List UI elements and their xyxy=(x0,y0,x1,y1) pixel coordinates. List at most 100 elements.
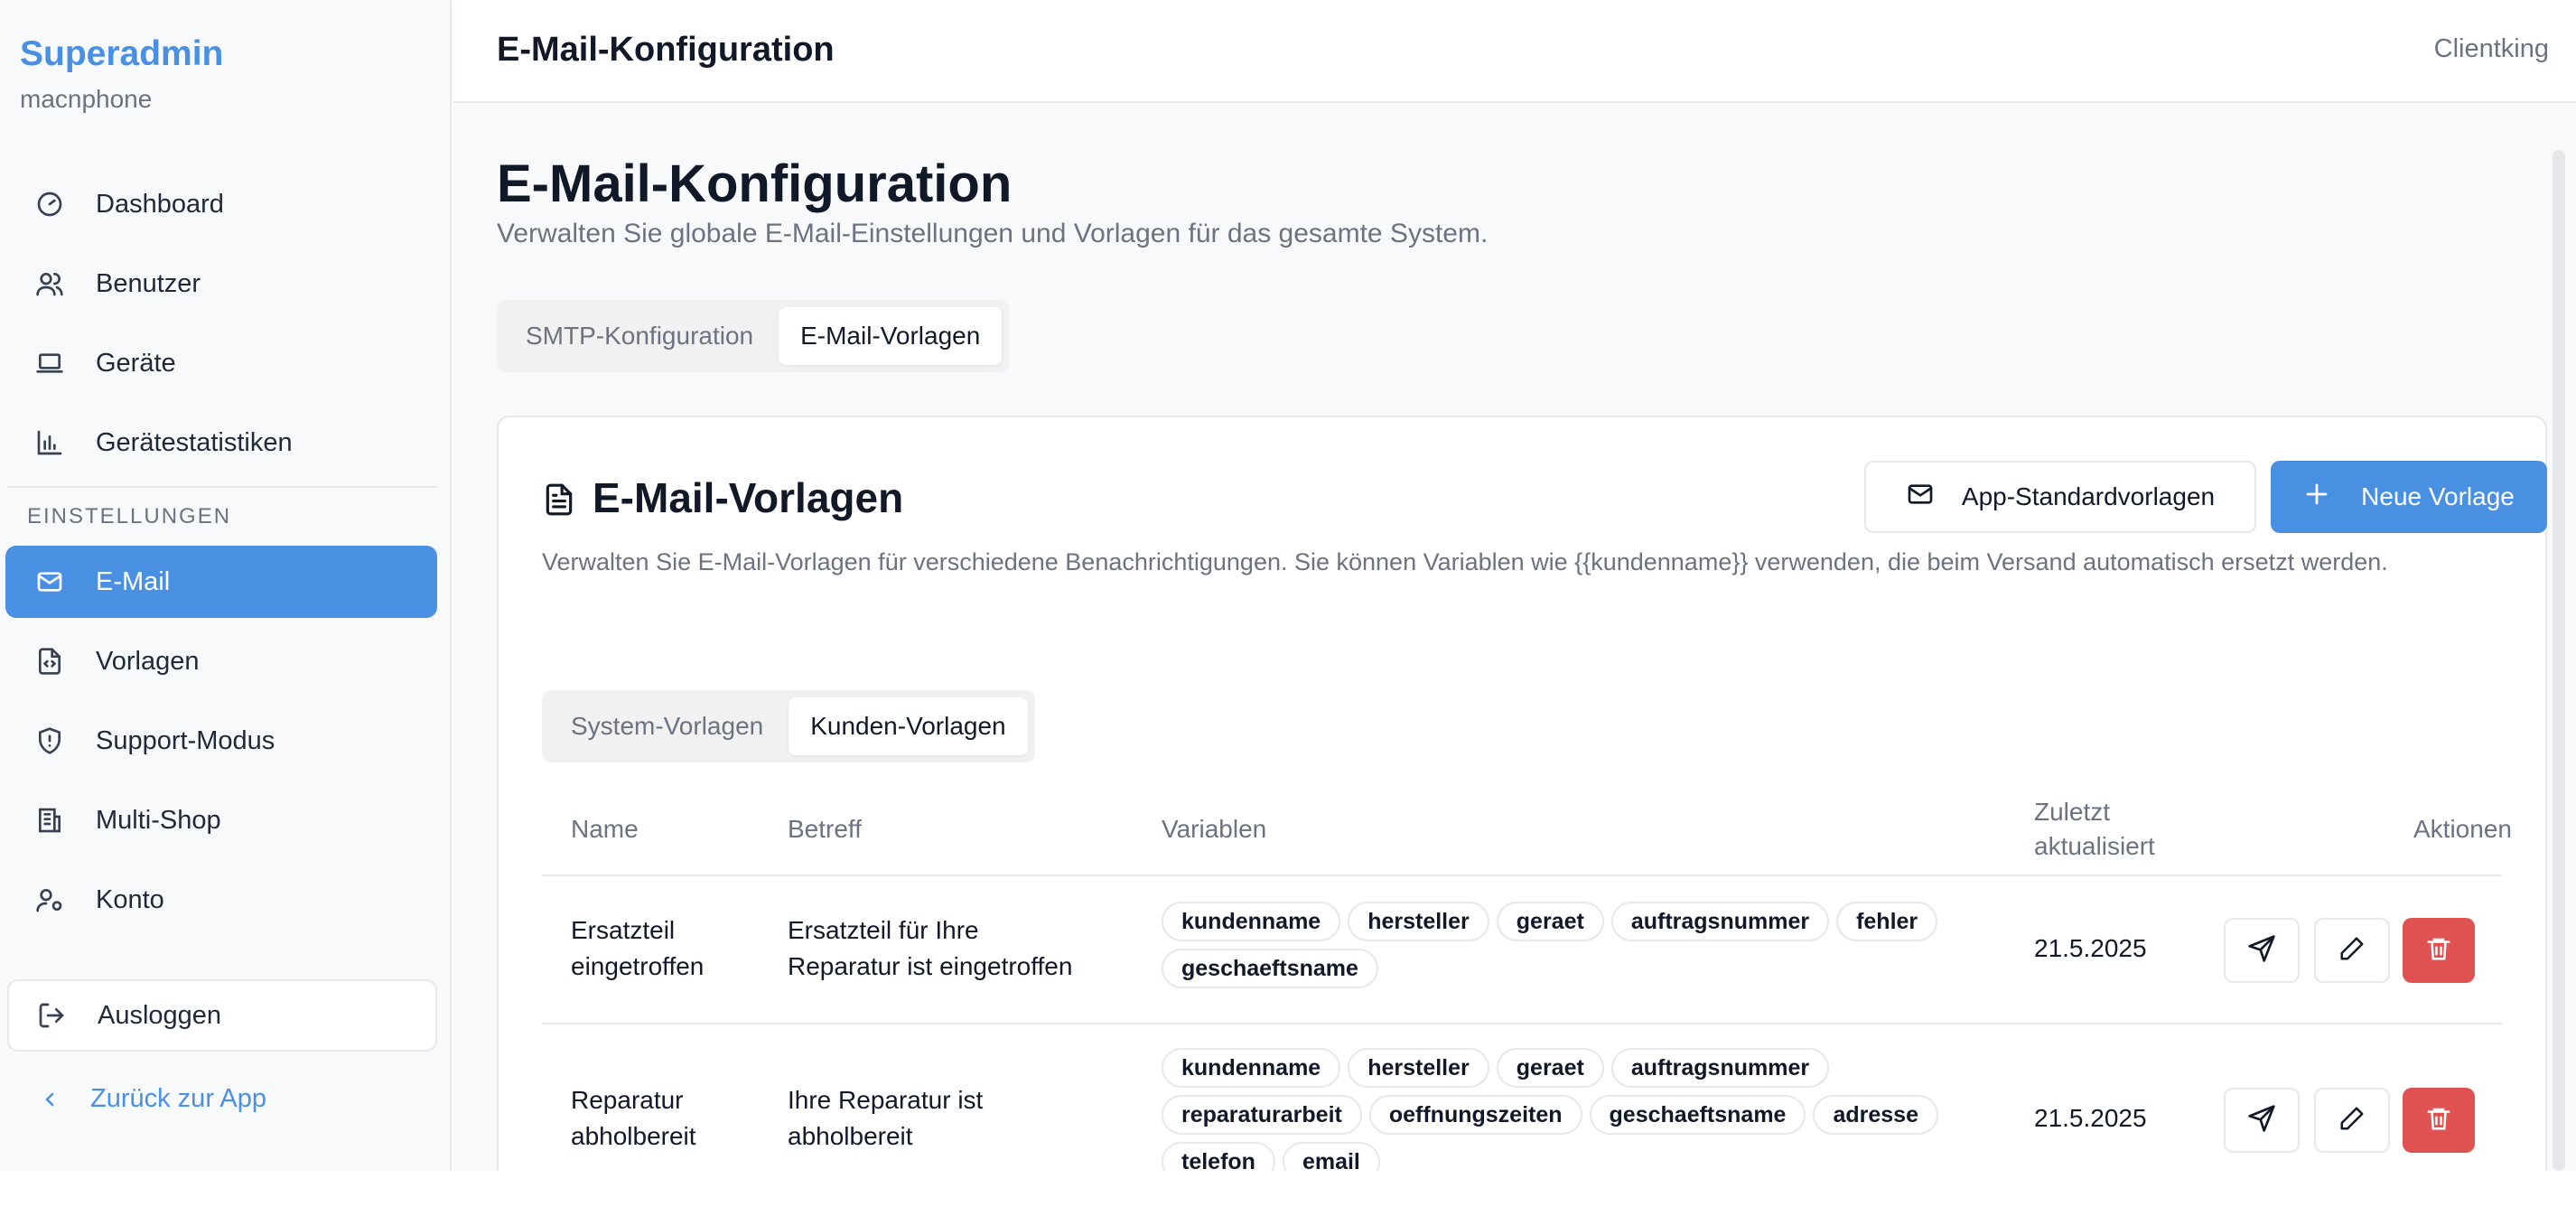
back-to-app-link[interactable]: Zurück zur App xyxy=(36,1084,266,1114)
sidebar-item-label: Vorlagen xyxy=(96,646,200,676)
sidebar-item-geraetestatistiken[interactable]: Gerätestatistiken xyxy=(5,407,437,479)
variable-chip: auftragsnummer xyxy=(1610,1048,1830,1088)
gauge-icon xyxy=(34,189,65,220)
back-to-app-label: Zurück zur App xyxy=(90,1084,267,1113)
page-title: E-Mail-Konfiguration xyxy=(497,154,1013,213)
config-tabs: SMTP-Konfiguration E-Mail-Vorlagen xyxy=(497,300,1010,372)
sidebar-section-label: EINSTELLUNGEN xyxy=(27,504,232,528)
variable-chip: hersteller xyxy=(1348,1048,1489,1088)
card-title: E-Mail-Vorlagen xyxy=(593,474,904,521)
sidebar-item-label: Konto xyxy=(96,884,164,914)
column-header-updated-line1: Zuletzt xyxy=(2034,798,2111,826)
variable-chip: geraet xyxy=(1496,902,1604,941)
table-row-variables: kundenname hersteller geraet auftragsnum… xyxy=(1162,902,1974,988)
new-template-label: Neue Vorlage xyxy=(2361,482,2515,510)
template-subject-line2: abholbereit xyxy=(788,1122,913,1150)
logout-icon xyxy=(36,1000,67,1031)
variable-chip: reparaturarbeit xyxy=(1162,1095,1362,1135)
trash-icon xyxy=(2425,1105,2452,1136)
template-name-line2: abholbereit xyxy=(571,1122,696,1150)
table-row-subject: Ersatzteil für Ihre Reparatur ist einget… xyxy=(788,912,1072,985)
delete-button[interactable] xyxy=(2403,918,2475,983)
laptop-icon xyxy=(34,348,65,379)
template-subject-line1: Ersatzteil für Ihre xyxy=(788,916,979,944)
mail-icon xyxy=(1906,480,1935,515)
delete-button[interactable] xyxy=(2403,1088,2475,1153)
brand-title: Superadmin xyxy=(20,34,224,73)
new-template-button[interactable]: Neue Vorlage xyxy=(2271,461,2547,533)
user-cog-icon xyxy=(34,884,65,915)
page-description: Verwalten Sie globale E-Mail-Einstellung… xyxy=(497,219,1489,248)
table-row-name: Reparatur abholbereit xyxy=(571,1082,696,1155)
sidebar-item-konto[interactable]: Konto xyxy=(5,864,437,936)
sidebar-item-label: Support-Modus xyxy=(96,725,275,755)
sidebar-item-vorlagen[interactable]: Vorlagen xyxy=(5,625,437,697)
templates-card: E-Mail-Vorlagen App-Standardvorlagen Neu… xyxy=(497,416,2547,1216)
variable-chip: geschaeftsname xyxy=(1589,1095,1806,1135)
sidebar-item-multi-shop[interactable]: Multi-Shop xyxy=(5,784,437,856)
sidebar-item-label: Geräte xyxy=(96,348,176,378)
template-name-line2: eingetroffen xyxy=(571,952,705,980)
edit-button[interactable] xyxy=(2314,1088,2390,1153)
send-icon xyxy=(2247,934,2276,968)
sidebar-item-support-modus[interactable]: Support-Modus xyxy=(5,705,437,777)
sidebar-divider xyxy=(7,486,437,488)
sidebar-item-dashboard[interactable]: Dashboard xyxy=(5,168,437,240)
table-header-divider xyxy=(542,875,2502,876)
send-icon xyxy=(2247,1104,2276,1137)
variable-chip: oeffnungszeiten xyxy=(1368,1095,1582,1135)
column-header-subject: Betreff xyxy=(788,815,862,843)
sidebar: Superadmin macnphone Dashboard Benutzer … xyxy=(0,0,452,1216)
sidebar-item-email[interactable]: E-Mail xyxy=(5,546,437,618)
sidebar-item-label: Benutzer xyxy=(96,268,201,298)
template-subject-line2: Reparatur ist eingetroffen xyxy=(788,952,1073,980)
plus-icon xyxy=(2303,481,2330,514)
sidebar-item-benutzer[interactable]: Benutzer xyxy=(5,248,437,320)
column-header-updated-line2: aktualisiert xyxy=(2034,832,2155,860)
column-header-actions: Aktionen xyxy=(2413,815,2512,843)
column-header-name: Name xyxy=(571,815,639,843)
logout-label: Ausloggen xyxy=(98,1000,222,1030)
app-default-templates-label: App-Standardvorlagen xyxy=(1961,482,2216,510)
top-bar: E-Mail-Konfiguration Clientking xyxy=(453,0,2576,103)
table-row-updated: 21.5.2025 xyxy=(2034,934,2147,962)
tab-kunden-vorlagen[interactable]: Kunden-Vorlagen xyxy=(789,697,1028,755)
table-row-subject: Ihre Reparatur ist abholbereit xyxy=(788,1082,983,1155)
trash-icon xyxy=(2425,935,2452,967)
scrollbar[interactable] xyxy=(2553,150,2565,1171)
sidebar-item-label: E-Mail xyxy=(96,566,171,596)
sidebar-item-label: Gerätestatistiken xyxy=(96,427,293,457)
tab-email-vorlagen[interactable]: E-Mail-Vorlagen xyxy=(779,307,1003,365)
mail-icon xyxy=(34,566,65,597)
chevron-left-icon xyxy=(36,1089,63,1110)
column-header-updated: Zuletzt aktualisiert xyxy=(2034,795,2155,864)
table-row-name: Ersatzteil eingetroffen xyxy=(571,912,704,985)
sidebar-item-label: Multi-Shop xyxy=(96,805,221,835)
app-default-templates-button[interactable]: App-Standardvorlagen xyxy=(1864,461,2256,533)
template-subtabs: System-Vorlagen Kunden-Vorlagen xyxy=(542,690,1035,762)
pencil-icon xyxy=(2338,935,2366,967)
tab-smtp-konfiguration[interactable]: SMTP-Konfiguration xyxy=(504,307,775,365)
logout-button[interactable]: Ausloggen xyxy=(7,979,437,1052)
users-icon xyxy=(34,268,65,299)
topbar-title: E-Mail-Konfiguration xyxy=(497,31,835,69)
table-row-variables: kundenname hersteller geraet auftragsnum… xyxy=(1162,1048,1974,1182)
file-code-icon xyxy=(34,646,65,677)
template-subject-line1: Ihre Reparatur ist xyxy=(788,1086,984,1114)
sidebar-item-label: Dashboard xyxy=(96,189,224,219)
variable-chip: auftragsnummer xyxy=(1610,902,1830,941)
variable-chip: kundenname xyxy=(1162,902,1341,941)
tab-system-vorlagen[interactable]: System-Vorlagen xyxy=(549,697,785,755)
shield-icon xyxy=(34,725,65,756)
send-test-button[interactable] xyxy=(2224,1088,2300,1153)
send-test-button[interactable] xyxy=(2224,918,2300,983)
edit-button[interactable] xyxy=(2314,918,2390,983)
variable-chip: geraet xyxy=(1496,1048,1604,1088)
user-name[interactable]: Clientking xyxy=(2434,34,2549,64)
building-icon xyxy=(34,805,65,836)
sidebar-item-geraete[interactable]: Geräte xyxy=(5,327,437,399)
bar-chart-icon xyxy=(34,427,65,458)
template-name-line1: Ersatzteil xyxy=(571,916,676,944)
table-row-divider xyxy=(542,1023,2502,1024)
template-name-line1: Reparatur xyxy=(571,1086,684,1114)
